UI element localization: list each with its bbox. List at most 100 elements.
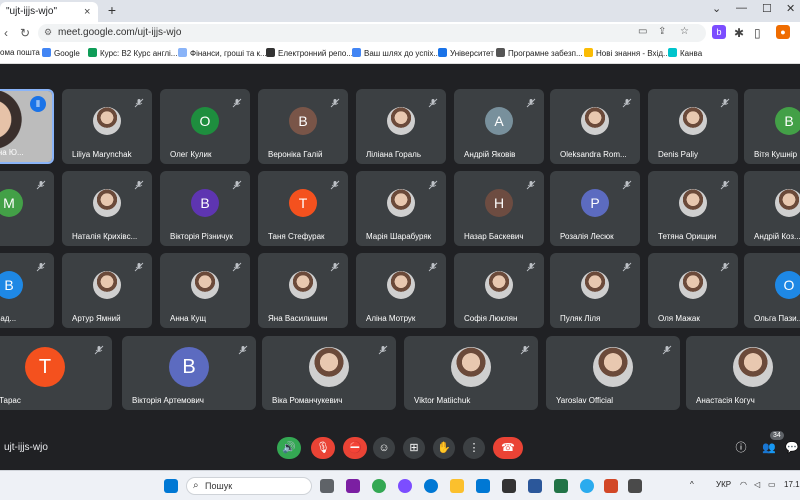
participant-tile[interactable]: О Олег Кулик — [160, 89, 250, 164]
chevron-down-icon[interactable]: ⌄ — [712, 2, 721, 15]
bookmark-item[interactable]: Університет — [438, 48, 494, 58]
reload-icon[interactable]: ↻ — [20, 26, 30, 40]
store-icon[interactable] — [476, 479, 490, 493]
participant-tile[interactable]: Тня Тарас — [0, 336, 112, 410]
browser-tab[interactable]: "ujt-ijjs-wjo" × — [0, 2, 98, 22]
battery-icon[interactable]: ▭ — [768, 480, 776, 489]
participant-tile[interactable]: Андрій Коз... — [744, 171, 800, 246]
participant-name: Yaroslav Official — [556, 396, 614, 405]
participant-tile[interactable]: В Вікторія Артемович — [122, 336, 256, 410]
audio-output-button[interactable]: 🔊 — [277, 437, 301, 459]
participant-tile[interactable]: Liliya Marynchak — [62, 89, 152, 164]
word-icon[interactable] — [528, 479, 542, 493]
task-view-icon[interactable] — [320, 479, 334, 493]
camera-toggle-button[interactable]: ⛔ — [343, 437, 367, 459]
present-button[interactable]: ⊞ — [403, 437, 425, 459]
chat-button[interactable]: 💬 — [784, 437, 800, 459]
participant-name: Розалія Лесюк — [560, 232, 614, 241]
minimize-icon[interactable]: — — [736, 2, 747, 14]
bookmark-item[interactable]: Ваш шлях до успіх... — [352, 48, 440, 58]
excel-icon[interactable] — [554, 479, 568, 493]
bookmark-item[interactable]: Нові знання - Вхід... — [584, 48, 670, 58]
participant-tile[interactable]: Віка Романчукевич — [262, 336, 396, 410]
tray-chevron-icon[interactable]: ^ — [690, 480, 694, 489]
participant-tile[interactable]: Yaroslav Official — [546, 336, 680, 410]
telegram-icon[interactable] — [580, 479, 594, 493]
bookmark-item[interactable]: Google — [42, 48, 80, 58]
maximize-icon[interactable]: ☐ — [762, 2, 772, 15]
participant-tile[interactable]: Oleksandra Rom... — [550, 89, 640, 164]
participant-tile[interactable]: Наталія Крихівс... — [62, 171, 152, 246]
wifi-icon[interactable]: ◠ — [740, 480, 747, 489]
google-icon — [42, 48, 51, 57]
volume-icon[interactable]: ◁ — [754, 480, 760, 489]
extensions-puzzle-icon[interactable]: ✱ — [734, 26, 744, 40]
participant-tile[interactable]: Тетяна Орищин — [648, 171, 738, 246]
raise-hand-button[interactable]: ✋ — [433, 437, 455, 459]
participant-tile[interactable]: В Вікторія Різничук — [160, 171, 250, 246]
participant-tile[interactable]: Viktor Matiichuk — [404, 336, 538, 410]
participant-tile[interactable]: Оля Мажак — [648, 253, 738, 328]
self-video-tile[interactable]: ⦀ Сніжана Ю... — [0, 89, 54, 164]
meeting-info-button[interactable]: ⓘ — [730, 437, 752, 459]
participant-avatar — [387, 106, 415, 135]
profile-icon[interactable]: ● — [776, 25, 790, 39]
participant-tile[interactable]: О Ольга Пази... — [744, 253, 800, 328]
participant-tile[interactable]: Denis Paliy — [648, 89, 738, 164]
participant-avatar: Р — [581, 188, 609, 217]
participant-tile[interactable]: Ліліана Гораль — [356, 89, 446, 164]
participant-tile[interactable]: Софія Люклян — [454, 253, 544, 328]
app-icon[interactable] — [502, 479, 516, 493]
participant-tile[interactable]: Аліна Мотрук — [356, 253, 446, 328]
people-icon: 👥 — [762, 442, 776, 454]
mic-toggle-button[interactable]: 🎙 — [311, 437, 335, 459]
participant-tile[interactable]: В Вітя Кушнір — [744, 89, 800, 164]
people-button[interactable]: 👥 — [758, 437, 780, 459]
bookmark-item[interactable]: Фінанси, гроші та к... — [178, 48, 267, 58]
bookmark-item[interactable]: Курс: В2 Курс англі... — [88, 48, 177, 58]
edge-icon[interactable] — [424, 479, 438, 493]
close-tab-icon[interactable]: × — [84, 6, 90, 18]
address-bar[interactable]: ⚙ meet.google.com/ujt-ijjs-wjo ▭ ⇪ ☆ — [38, 24, 706, 42]
side-panel-icon[interactable]: ▯ — [754, 26, 761, 40]
powerpoint-icon[interactable] — [604, 479, 618, 493]
keyboard-language[interactable]: УКР — [716, 480, 731, 489]
participant-avatar: Н — [485, 188, 513, 217]
participant-tile[interactable]: Артур Ямний — [62, 253, 152, 328]
participant-tile[interactable]: В Вероніка Галій — [258, 89, 348, 164]
chrome-icon[interactable] — [372, 479, 386, 493]
bookmark-item[interactable]: Програмне забезп... — [496, 48, 583, 58]
extension-b-icon[interactable]: b — [712, 25, 726, 39]
participant-tile[interactable]: Пуляк Ліля — [550, 253, 640, 328]
file-explorer-icon[interactable] — [450, 479, 464, 493]
share-icon[interactable]: ⇪ — [658, 26, 666, 37]
participant-tile[interactable]: Вимир Бад... — [0, 253, 54, 328]
participant-tile[interactable]: Анна Кущ — [160, 253, 250, 328]
participant-tile[interactable]: Яна Василишин — [258, 253, 348, 328]
reactions-button[interactable]: ☺ — [373, 437, 395, 459]
windows-start-icon[interactable] — [164, 479, 178, 493]
participant-tile[interactable]: Н Назар Баскевич — [454, 171, 544, 246]
participant-tile[interactable]: ММатіїв — [0, 171, 54, 246]
taskbar-search[interactable]: ⌕ Пошук — [186, 477, 312, 495]
viber-icon[interactable] — [398, 479, 412, 493]
video-app-icon[interactable] — [346, 479, 360, 493]
close-window-icon[interactable]: ✕ — [786, 2, 795, 15]
participant-tile[interactable]: Марія Шарабуряк — [356, 171, 446, 246]
bookmark-star-icon[interactable]: ☆ — [680, 26, 689, 37]
site-info-icon[interactable]: ⚙ — [44, 27, 52, 38]
participant-tile[interactable]: Р Розалія Лесюк — [550, 171, 640, 246]
more-options-button[interactable]: ⋮ — [463, 437, 485, 459]
participant-tile[interactable]: А Андрій Яковів — [454, 89, 544, 164]
leave-call-button[interactable]: ☎ — [493, 437, 523, 459]
new-tab-button[interactable]: + — [104, 3, 120, 19]
bookmark-item[interactable]: Електронний репо... — [266, 48, 353, 58]
participant-tile[interactable]: Т Таня Стефурак — [258, 171, 348, 246]
settings-icon[interactable] — [628, 479, 642, 493]
camera-icon[interactable]: ▭ — [638, 26, 647, 37]
participant-name: Андрій Яковів — [464, 150, 516, 159]
bookmark-item[interactable]: Канва — [668, 48, 702, 58]
back-icon[interactable]: ‹ — [4, 26, 8, 40]
participant-tile[interactable]: Анастасія Когуч — [686, 336, 800, 410]
bookmark-item[interactable]: ома пошта — [0, 48, 40, 57]
